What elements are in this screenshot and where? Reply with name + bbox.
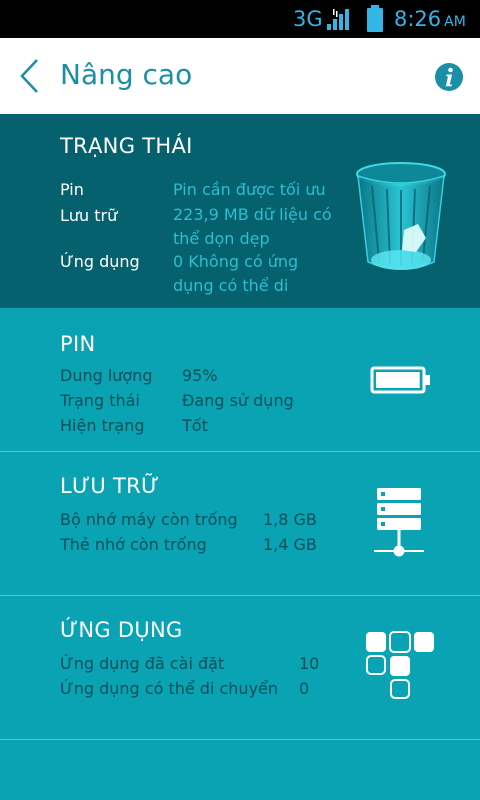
- battery-state-label: Trạng thái: [60, 391, 140, 410]
- server-storage-icon: [374, 488, 424, 557]
- installed-apps-label: Ứng dụng đã cài đặt: [60, 654, 225, 673]
- battery-status-icon: [367, 5, 383, 32]
- status-apps-value: 0 Không có ứng dụng có thể di: [173, 252, 299, 295]
- back-button[interactable]: [10, 52, 50, 100]
- apps-section-title: ỨNG DỤNG: [60, 618, 183, 642]
- battery-section-title: PIN: [60, 332, 96, 356]
- action-bar: Nâng cao: [0, 38, 480, 114]
- info-icon: [435, 63, 463, 91]
- status-battery-label: Pin: [60, 180, 84, 199]
- status-bar: 3G 8:26 AM: [0, 0, 480, 38]
- clock: 8:26 AM: [394, 7, 466, 31]
- apps-section[interactable]: ỨNG DỤNG Ứng dụng đã cài đặt 10 Ứng dụng…: [0, 596, 480, 740]
- battery-capacity-label: Dung lượng: [60, 366, 153, 385]
- network-type: 3G: [293, 7, 323, 31]
- battery-section[interactable]: PIN Dung lượng 95% Trạng thái Đang sử dụ…: [0, 308, 480, 452]
- status-battery-value: Pin cần được tối ưu: [173, 180, 326, 199]
- sdcard-storage-value: 1,4 GB: [263, 535, 317, 554]
- trash-bin-icon[interactable]: [352, 160, 450, 276]
- storage-section-title: LƯU TRỮ: [60, 474, 160, 498]
- movable-apps-label: Ứng dụng có thể di chuyển: [60, 679, 279, 698]
- movable-apps-value: 0: [299, 679, 310, 698]
- battery-health-label: Hiện trạng: [60, 416, 145, 435]
- battery-health-value: Tốt: [182, 416, 208, 435]
- page-title: Nâng cao: [60, 58, 193, 91]
- chevron-left-icon: [20, 59, 38, 93]
- storage-section[interactable]: LƯU TRỮ Bộ nhớ máy còn trống 1,8 GB Thẻ …: [0, 452, 480, 596]
- info-button[interactable]: [434, 62, 464, 92]
- sdcard-storage-label: Thẻ nhớ còn trống: [60, 535, 207, 554]
- status-section-title: TRẠNG THÁI: [60, 134, 193, 158]
- battery-state-value: Đang sử dụng: [182, 391, 294, 410]
- phone-storage-label: Bộ nhớ máy còn trống: [60, 510, 238, 529]
- signal-icon: [327, 9, 349, 30]
- installed-apps-value: 10: [299, 654, 320, 673]
- battery-icon: [370, 366, 430, 394]
- status-apps-label: Ứng dụng: [60, 252, 140, 271]
- status-storage-label: Lưu trữ: [60, 206, 118, 225]
- battery-capacity-value: 95%: [182, 366, 218, 385]
- phone-storage-value: 1,8 GB: [263, 510, 317, 529]
- app-grid-icon: [366, 631, 434, 699]
- status-storage-value: 223,9 MB dữ liệu có thể dọn dẹp: [173, 205, 332, 248]
